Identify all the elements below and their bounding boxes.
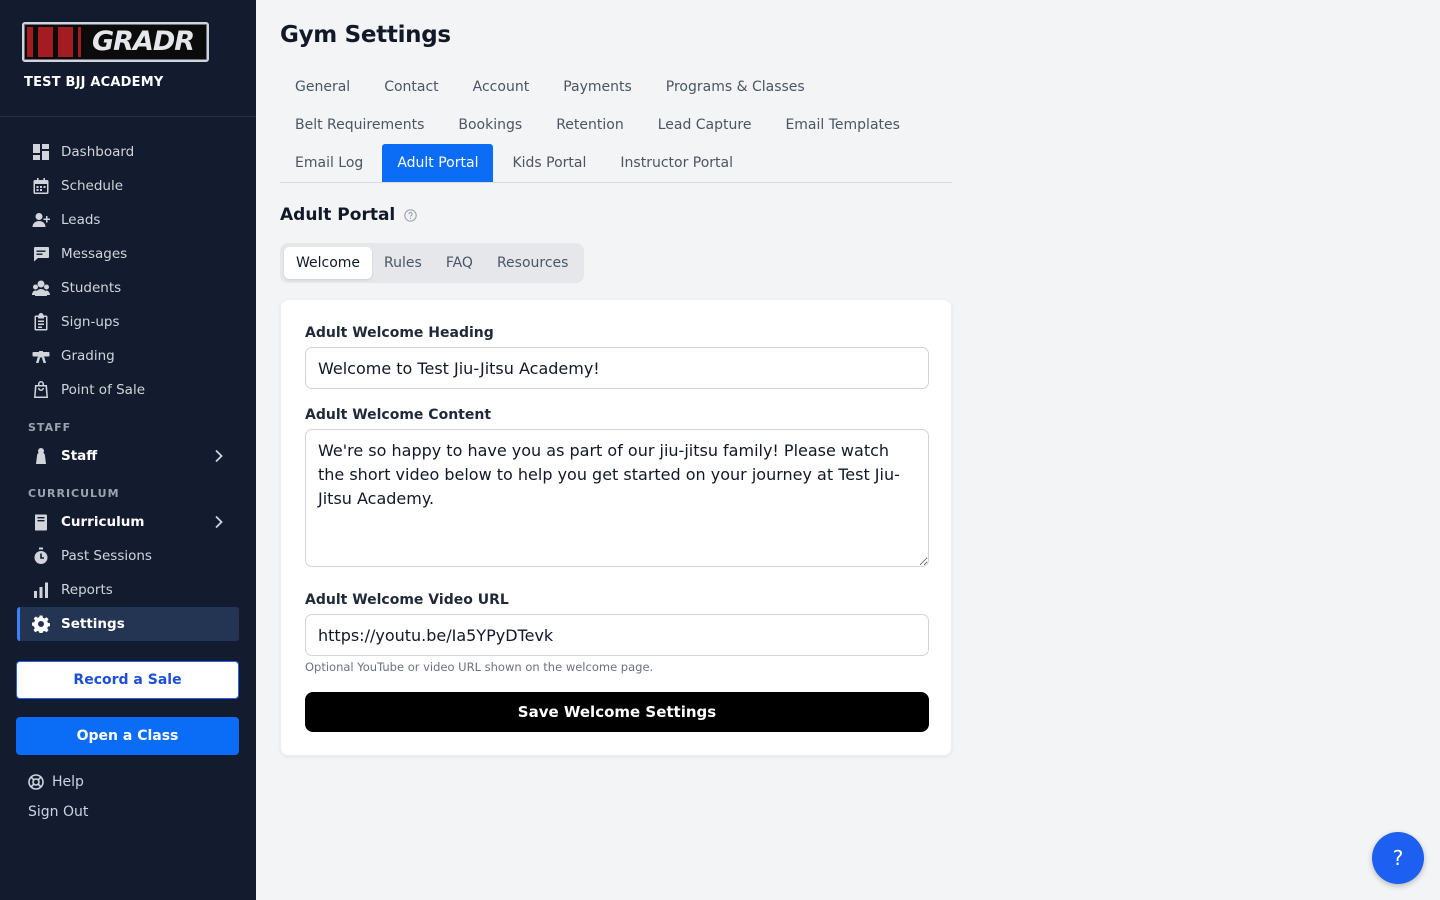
subtab-rules[interactable]: Rules xyxy=(372,247,434,279)
bar-chart-icon xyxy=(32,581,50,599)
sidebar-item-label: Dashboard xyxy=(61,144,135,160)
sidebar-item-label: Students xyxy=(61,280,122,296)
logo-text: GRADR xyxy=(92,26,195,57)
tab-bookings[interactable]: Bookings xyxy=(443,106,537,144)
sidebar-item-label: Leads xyxy=(61,212,101,228)
tab-row: Belt Requirements Bookings Retention Lea… xyxy=(280,106,952,144)
tab-programs-classes[interactable]: Programs & Classes xyxy=(651,68,820,106)
sidebar-item-staff[interactable]: Staff xyxy=(17,439,239,473)
calendar-icon xyxy=(32,177,50,195)
gear-icon xyxy=(32,615,50,633)
sidebar-item-label: Messages xyxy=(61,246,128,262)
clipboard-icon xyxy=(32,313,50,331)
heading-label: Adult Welcome Heading xyxy=(305,325,494,341)
record-sale-button[interactable]: Record a Sale xyxy=(16,661,239,699)
sidebar-item-label: Settings xyxy=(61,616,125,632)
students-icon xyxy=(32,279,50,297)
person-icon xyxy=(32,447,50,465)
brand-area: GRADR TEST BJJ ACADEMY xyxy=(0,0,256,117)
sidebar-item-settings[interactable]: Settings xyxy=(17,607,239,641)
tab-contact[interactable]: Contact xyxy=(369,68,453,106)
sidebar-item-label: Reports xyxy=(61,582,113,598)
tab-kids-portal[interactable]: Kids Portal xyxy=(497,144,601,182)
chat-icon xyxy=(32,245,50,263)
tab-adult-portal[interactable]: Adult Portal xyxy=(382,144,494,182)
tab-row: Email Log Adult Portal Kids Portal Instr… xyxy=(280,144,952,182)
video-url-hint: Optional YouTube or video URL shown on t… xyxy=(305,660,654,674)
tab-email-templates[interactable]: Email Templates xyxy=(770,106,914,144)
dashboard-icon xyxy=(32,143,50,161)
sidebar-item-label: Staff xyxy=(61,448,98,464)
sidebar-item-curriculum[interactable]: Curriculum xyxy=(17,505,239,539)
shopping-bag-icon xyxy=(32,381,50,399)
belt-icon xyxy=(32,347,50,365)
add-user-icon xyxy=(32,211,50,229)
sidebar-item-students[interactable]: Students xyxy=(17,271,239,305)
sidebar-item-grading[interactable]: Grading xyxy=(17,339,239,373)
portal-subtabs: Welcome Rules FAQ Resources xyxy=(280,243,585,283)
main-content: Gym Settings General Contact Account Pay… xyxy=(256,0,1440,900)
page-title: Gym Settings xyxy=(280,22,451,48)
question-circle-icon[interactable] xyxy=(404,208,417,222)
sidebar-item-label: Sign-ups xyxy=(61,314,120,330)
chevron-right-icon xyxy=(215,449,223,463)
tab-general[interactable]: General xyxy=(280,68,365,106)
subtab-welcome[interactable]: Welcome xyxy=(284,247,373,279)
belt-graphic xyxy=(27,27,81,57)
sidebar-item-dashboard[interactable]: Dashboard xyxy=(17,135,239,169)
sign-out-link[interactable]: Sign Out xyxy=(28,804,88,820)
subtab-resources[interactable]: Resources xyxy=(485,247,581,279)
section-header: Adult Portal xyxy=(280,205,417,225)
sidebar: GRADR TEST BJJ ACADEMY Dashboard Schedul… xyxy=(0,0,256,900)
help-chat-button[interactable]: ? xyxy=(1372,832,1424,884)
content-label: Adult Welcome Content xyxy=(305,407,492,423)
gym-name: TEST BJJ ACADEMY xyxy=(24,75,164,90)
tab-account[interactable]: Account xyxy=(458,68,545,106)
tab-lead-capture[interactable]: Lead Capture xyxy=(643,106,767,144)
help-link[interactable]: Help xyxy=(28,774,84,790)
sidebar-item-past-sessions[interactable]: Past Sessions xyxy=(17,539,239,573)
sidebar-item-leads[interactable]: Leads xyxy=(17,203,239,237)
gradr-logo[interactable]: GRADR xyxy=(22,22,209,62)
staff-section-label: STAFF xyxy=(28,421,72,434)
book-icon xyxy=(32,513,50,531)
video-url-label: Adult Welcome Video URL xyxy=(305,592,509,608)
tab-payments[interactable]: Payments xyxy=(548,68,647,106)
sidebar-item-signups[interactable]: Sign-ups xyxy=(17,305,239,339)
sidebar-item-reports[interactable]: Reports xyxy=(17,573,239,607)
settings-tabs: General Contact Account Payments Program… xyxy=(280,68,952,183)
sidebar-item-label: Past Sessions xyxy=(61,548,152,564)
video-url-input[interactable] xyxy=(305,614,929,656)
chevron-right-icon xyxy=(215,515,223,529)
section-title: Adult Portal xyxy=(280,205,396,225)
sidebar-item-point-of-sale[interactable]: Point of Sale xyxy=(17,373,239,407)
sidebar-item-label: Schedule xyxy=(61,178,124,194)
tab-retention[interactable]: Retention xyxy=(541,106,639,144)
sidebar-item-label: Curriculum xyxy=(61,514,145,530)
main-nav: Dashboard Schedule Leads Messages Studen… xyxy=(0,117,256,641)
tab-instructor-portal[interactable]: Instructor Portal xyxy=(605,144,748,182)
sidebar-item-messages[interactable]: Messages xyxy=(17,237,239,271)
tab-row: General Contact Account Payments Program… xyxy=(280,68,952,106)
sidebar-item-label: Point of Sale xyxy=(61,382,146,398)
subtab-faq[interactable]: FAQ xyxy=(434,247,485,279)
sidebar-item-label: Grading xyxy=(61,348,115,364)
stopwatch-icon xyxy=(32,547,50,565)
content-textarea[interactable]: We're so happy to have you as part of ou… xyxy=(305,429,929,567)
open-class-button[interactable]: Open a Class xyxy=(16,717,239,755)
welcome-settings-card: Adult Welcome Heading Adult Welcome Cont… xyxy=(280,299,952,756)
curriculum-section-label: CURRICULUM xyxy=(28,487,120,500)
heading-input[interactable] xyxy=(305,347,929,389)
tab-email-log[interactable]: Email Log xyxy=(280,144,378,182)
tab-belt-requirements[interactable]: Belt Requirements xyxy=(280,106,439,144)
help-label: Help xyxy=(52,774,84,790)
sidebar-item-schedule[interactable]: Schedule xyxy=(17,169,239,203)
lifebuoy-icon xyxy=(28,774,44,790)
save-welcome-settings-button[interactable]: Save Welcome Settings xyxy=(305,692,929,732)
